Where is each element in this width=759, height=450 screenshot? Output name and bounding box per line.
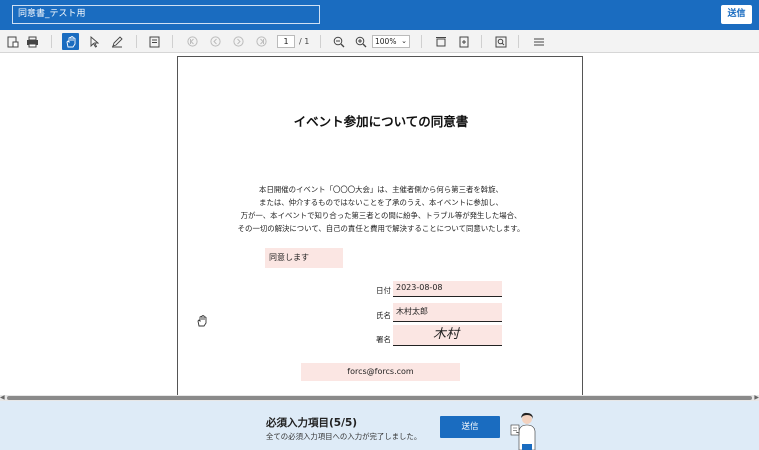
zoom-select[interactable]: 100% ⌄ [372, 35, 410, 48]
zoom-in-icon[interactable] [352, 33, 369, 50]
next-page-icon[interactable] [230, 33, 247, 50]
fit-width-icon[interactable] [455, 33, 472, 50]
hand-tool-icon[interactable] [62, 33, 79, 50]
page-view-icon[interactable] [146, 33, 163, 50]
print-icon[interactable] [24, 33, 41, 50]
document-title-input[interactable]: 同意書_テスト用 [12, 5, 320, 24]
body-line: 万が一、本イベントで知り合った第三者との間に紛争、トラブル等が発生した場合、 [240, 211, 522, 220]
toolbar-separator [136, 35, 137, 48]
toolbar-separator [481, 35, 482, 48]
signature-field[interactable]: 木村 [393, 325, 502, 346]
document-title: イベント参加についての同意書 [293, 114, 469, 129]
required-fields-title: 必須入力項目(5/5) [266, 417, 358, 429]
zoom-out-icon[interactable] [330, 33, 347, 50]
send-button-top[interactable]: 送信 [721, 5, 752, 24]
name-field[interactable]: 木村太郎 [393, 303, 502, 322]
chevron-down-icon: ⌄ [401, 37, 407, 45]
toolbar-separator [518, 35, 519, 48]
page-total: / 1 [299, 37, 310, 46]
body-line: その一切の解決について、自己の責任と費用で解決することについて同意いたします。 [237, 224, 525, 233]
toolbar-separator [51, 35, 52, 48]
menu-icon[interactable] [530, 33, 547, 50]
scroll-right-icon[interactable]: ▶ [754, 394, 759, 401]
signature-label: 署名 [376, 335, 391, 344]
page-number-input[interactable]: 1 [277, 35, 295, 48]
select-tool-icon[interactable] [85, 33, 102, 50]
footer-panel: 必須入力項目(5/5) 全ての必須入力項目への入力が完了しました。 送信 [0, 401, 759, 450]
top-bar: 同意書_テスト用 送信 [0, 0, 759, 30]
email-field[interactable]: forcs@forcs.com [301, 363, 460, 381]
toolbar-separator [421, 35, 422, 48]
save-icon[interactable] [4, 33, 21, 50]
toolbar: 1 / 1 100% ⌄ [0, 30, 759, 53]
last-page-icon[interactable] [253, 33, 270, 50]
toolbar-separator [172, 35, 173, 48]
body-line: または、仲介するものではないことを了承のうえ、本イベントに参加し、 [259, 198, 503, 207]
pen-icon[interactable] [108, 33, 125, 50]
send-button-bottom[interactable]: 送信 [440, 416, 500, 438]
agree-field[interactable]: 同意します [265, 248, 343, 268]
date-label: 日付 [376, 286, 391, 295]
body-line: 本日開催のイベント「〇〇〇大会」は、主催者側から何ら第三者を斡旋、 [259, 185, 503, 194]
first-page-icon[interactable] [184, 33, 201, 50]
scroll-left-icon[interactable]: ◀ [0, 394, 5, 401]
zoom-value: 100% [375, 37, 397, 46]
prev-page-icon[interactable] [207, 33, 224, 50]
document-page: イベント参加についての同意書 本日開催のイベント「〇〇〇大会」は、主催者側から何… [177, 56, 583, 395]
required-fields-status: 全ての必須入力項目への入力が完了しました。 [266, 432, 422, 441]
scrollbar-thumb[interactable] [7, 396, 752, 400]
fit-page-icon[interactable] [432, 33, 449, 50]
search-icon[interactable] [492, 33, 509, 50]
name-label: 氏名 [376, 311, 391, 320]
date-field[interactable]: 2023-08-08 [393, 281, 502, 297]
person-illustration-icon [508, 411, 542, 450]
toolbar-separator [320, 35, 321, 48]
hand-cursor-icon [196, 314, 207, 330]
document-viewer[interactable]: イベント参加についての同意書 本日開催のイベント「〇〇〇大会」は、主催者側から何… [0, 53, 759, 395]
